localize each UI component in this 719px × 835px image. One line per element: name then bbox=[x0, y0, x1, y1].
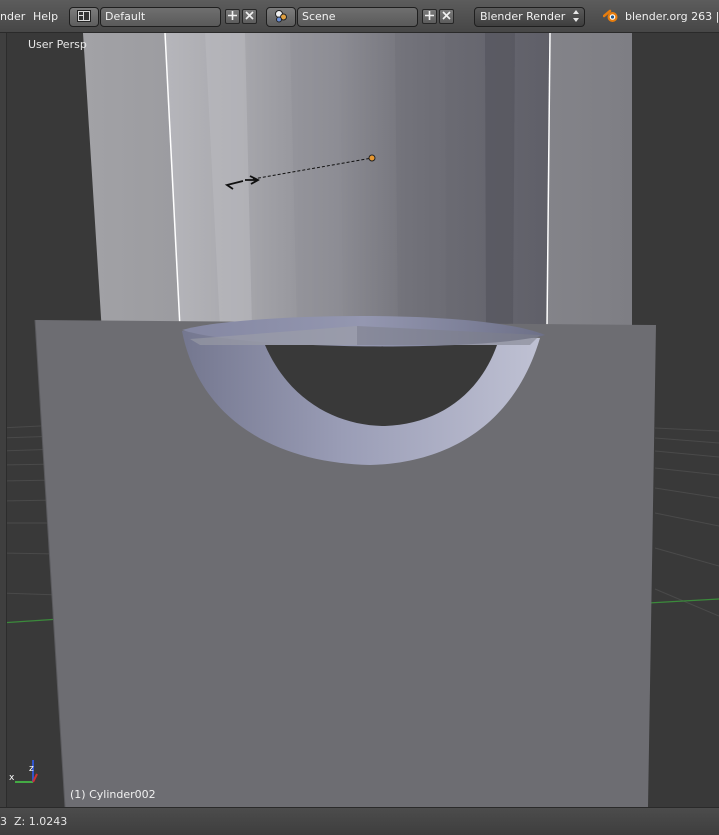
transform-status: 3 Z: 1.0243 bbox=[0, 815, 68, 828]
close-icon bbox=[244, 10, 255, 24]
render-engine-label: Blender Render bbox=[480, 10, 566, 23]
blender-logo-icon bbox=[602, 9, 619, 26]
render-engine-dropdown[interactable]: Blender Render bbox=[474, 7, 585, 27]
axis-gizmo-icon: x z bbox=[9, 760, 38, 783]
menu-help[interactable]: Help bbox=[33, 10, 58, 23]
3d-viewport[interactable]: x z bbox=[0, 33, 719, 807]
info-header: nder Help Default Scene Blender Render b… bbox=[0, 0, 719, 33]
scene-field[interactable]: Scene bbox=[297, 7, 418, 27]
menu-render[interactable]: nder bbox=[0, 10, 25, 23]
plus-icon bbox=[227, 10, 238, 24]
x-axis-line bbox=[0, 618, 61, 624]
version-info: blender.org 263 | V bbox=[625, 10, 719, 23]
screen-layout-browse-button[interactable] bbox=[69, 7, 99, 27]
add-screen-button[interactable] bbox=[225, 9, 240, 24]
add-scene-button[interactable] bbox=[422, 9, 437, 24]
cylinder-mesh bbox=[164, 33, 551, 329]
close-icon bbox=[441, 10, 452, 24]
svg-text:z: z bbox=[29, 764, 34, 774]
scene-icon bbox=[274, 9, 288, 26]
screen-layout-field[interactable]: Default bbox=[100, 7, 221, 27]
up-down-arrows-icon bbox=[572, 9, 580, 29]
active-object-label: (1) Cylinder002 bbox=[70, 788, 156, 801]
view-perspective-label: User Persp bbox=[28, 38, 87, 51]
viewport-header: 3 Z: 1.0243 bbox=[0, 807, 719, 835]
delete-screen-button[interactable] bbox=[242, 9, 257, 24]
plus-icon bbox=[424, 10, 435, 24]
delete-scene-button[interactable] bbox=[439, 9, 454, 24]
x-axis-line-right bbox=[647, 598, 719, 604]
svg-text:x: x bbox=[9, 773, 15, 783]
toolshelf-edge[interactable] bbox=[0, 33, 7, 807]
screen-layout-icon bbox=[77, 9, 91, 25]
scene-browse-button[interactable] bbox=[266, 7, 296, 27]
